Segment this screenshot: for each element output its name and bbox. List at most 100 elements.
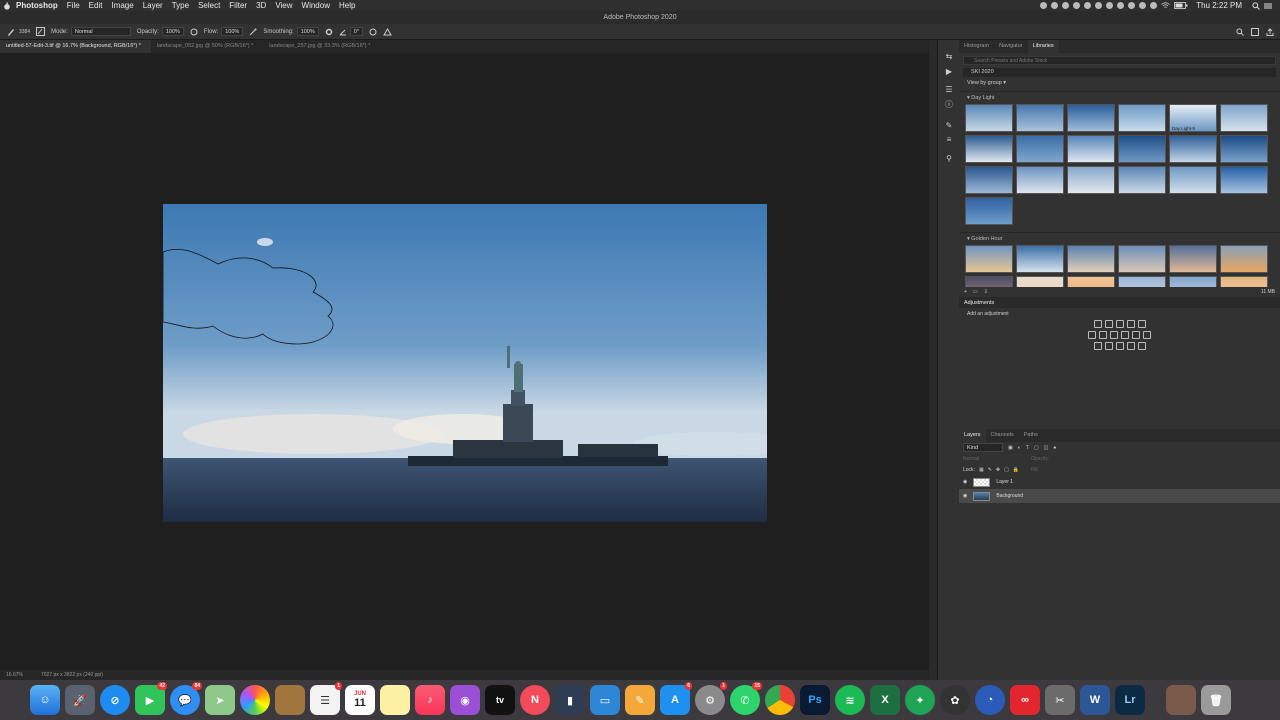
canvas-area[interactable] <box>0 53 929 670</box>
launchpad-icon[interactable]: 🚀 <box>65 685 95 715</box>
photoshop-icon[interactable]: Ps <box>800 685 830 715</box>
preset-thumb[interactable] <box>965 135 1013 163</box>
status-icon[interactable] <box>1073 2 1081 9</box>
menu-view[interactable]: View <box>275 1 292 10</box>
spotify-icon[interactable]: ≋ <box>835 685 865 715</box>
excel-icon[interactable]: X <box>870 685 900 715</box>
numbers-icon[interactable]: ▮ <box>555 685 585 715</box>
menu-filter[interactable]: Filter <box>229 1 247 10</box>
menu-file[interactable]: File <box>67 1 80 10</box>
preset-thumb[interactable] <box>1067 166 1115 194</box>
gradient-map-icon[interactable] <box>1126 342 1135 350</box>
vertical-scrollbar[interactable] <box>929 40 937 680</box>
preset-thumb[interactable] <box>1016 245 1064 273</box>
preset-thumb[interactable]: Day Light-5 <box>1169 104 1217 132</box>
history-icon[interactable]: ⇆ <box>944 52 954 62</box>
view-by-dropdown[interactable]: View by group ▾ <box>959 80 1280 86</box>
preset-thumb[interactable] <box>965 197 1013 225</box>
brush-size-label[interactable]: 3384 <box>19 29 30 35</box>
menu-select[interactable]: Select <box>198 1 220 10</box>
tab-paths[interactable]: Paths <box>1019 429 1043 442</box>
filter-adjustment-icon[interactable]: ◐ <box>1018 445 1021 451</box>
preset-thumb[interactable] <box>1220 135 1268 163</box>
podcasts-icon[interactable]: ◉ <box>450 685 480 715</box>
opacity-field[interactable]: 100% <box>161 27 184 36</box>
creative-cloud-icon[interactable]: ∞ <box>1010 685 1040 715</box>
preset-thumb[interactable] <box>1169 276 1217 287</box>
lightroom-icon[interactable]: Lr <box>1115 685 1145 715</box>
flow-field[interactable]: 100% <box>221 27 244 36</box>
edge-icon[interactable]: ◔ <box>975 685 1005 715</box>
add-icon[interactable]: + <box>964 289 967 295</box>
brightness-icon[interactable] <box>1093 320 1102 328</box>
preset-thumb[interactable] <box>1220 276 1268 287</box>
preset-thumb[interactable] <box>1118 276 1166 287</box>
status-icon[interactable] <box>1084 2 1092 9</box>
battery-icon[interactable] <box>1174 2 1188 9</box>
preset-thumb[interactable] <box>1118 104 1166 132</box>
color-lookup-icon[interactable] <box>1143 331 1151 339</box>
pages-icon[interactable]: ✎ <box>625 685 655 715</box>
photos-icon[interactable] <box>240 685 270 715</box>
preset-thumb[interactable] <box>1067 276 1115 287</box>
lock-pixels-icon[interactable]: ✎ <box>988 467 992 473</box>
menu-help[interactable]: Help <box>339 1 355 10</box>
filter-type-icon[interactable]: T <box>1026 445 1029 451</box>
layer-row[interactable]: ◉ Layer 1 <box>959 475 1280 489</box>
brush-tool-preset[interactable]: 3384 <box>6 27 30 37</box>
libraries-search-input[interactable]: Search Presets and Adobe Stock <box>963 56 1276 65</box>
airbrush-icon[interactable] <box>249 28 257 36</box>
tab-document-1[interactable]: untitled-57-Edit-3.tif @ 16.7% (Backgrou… <box>0 40 151 53</box>
tab-navigator[interactable]: Navigator <box>994 40 1028 53</box>
finder-icon[interactable]: ☺ <box>30 685 60 715</box>
preset-thumb[interactable] <box>1169 135 1217 163</box>
tab-channels[interactable]: Channels <box>986 429 1019 442</box>
preset-thumb[interactable] <box>1118 245 1166 273</box>
app-store-icon[interactable]: A6 <box>660 682 692 715</box>
preset-thumb[interactable] <box>1118 166 1166 194</box>
search-icon[interactable] <box>1236 28 1244 36</box>
brush-presets-icon[interactable]: ✎ <box>944 121 954 131</box>
calendar-icon[interactable]: JUN 11 <box>345 685 375 715</box>
layer-name[interactable]: Layer 1 <box>996 479 1013 485</box>
preset-thumb[interactable] <box>1169 245 1217 273</box>
preset-thumb[interactable] <box>1220 166 1268 194</box>
tab-document-3[interactable]: landscape_257.jpg @ 33.3% (RGB/16*) * <box>263 40 380 53</box>
keynote-icon[interactable]: ▭ <box>590 685 620 715</box>
preset-thumb[interactable] <box>1067 135 1115 163</box>
status-icon[interactable] <box>1040 2 1048 9</box>
posterize-icon[interactable] <box>1104 342 1113 350</box>
status-icon[interactable] <box>1095 2 1103 9</box>
mode-dropdown[interactable]: Normal <box>70 27 131 36</box>
menu-window[interactable]: Window <box>302 1 330 10</box>
davinci-icon[interactable]: ✿ <box>940 685 970 715</box>
share-icon[interactable] <box>1266 28 1274 36</box>
clock[interactable]: Thu 2:22 PM <box>1196 1 1242 10</box>
status-icon[interactable] <box>1051 2 1059 9</box>
library-selector[interactable]: SKI 2020 <box>963 68 1276 77</box>
preset-thumb[interactable] <box>1016 135 1064 163</box>
pressure-opacity-icon[interactable] <box>190 28 198 36</box>
selective-color-icon[interactable] <box>1137 342 1146 350</box>
news-icon[interactable]: N <box>520 685 550 715</box>
filter-toggle-icon[interactable]: ● <box>1053 445 1056 451</box>
filter-smart-icon[interactable]: ◫ <box>1044 445 1049 451</box>
word-icon[interactable]: W <box>1080 685 1110 715</box>
vibrance-icon[interactable] <box>1137 320 1146 328</box>
preset-thumb[interactable] <box>1220 245 1268 273</box>
gear-icon[interactable] <box>325 28 333 36</box>
menu-edit[interactable]: Edit <box>89 1 103 10</box>
filter-pixel-icon[interactable]: ▣ <box>1008 445 1013 451</box>
notebook-icon[interactable] <box>275 685 305 715</box>
tab-histogram[interactable]: Histogram <box>959 40 994 53</box>
lock-all-icon[interactable]: 🔒 <box>1013 467 1019 473</box>
info-icon[interactable]: ⓘ <box>944 100 954 110</box>
tab-layers[interactable]: Layers <box>959 429 986 442</box>
menu-type[interactable]: Type <box>172 1 189 10</box>
control-center-icon[interactable] <box>1264 2 1272 10</box>
symmetry-icon[interactable] <box>383 27 392 36</box>
wifi-icon[interactable] <box>1161 2 1170 9</box>
preset-thumb[interactable] <box>1169 166 1217 194</box>
brush-panel-toggle[interactable] <box>36 27 46 36</box>
status-icon[interactable] <box>1106 2 1114 9</box>
